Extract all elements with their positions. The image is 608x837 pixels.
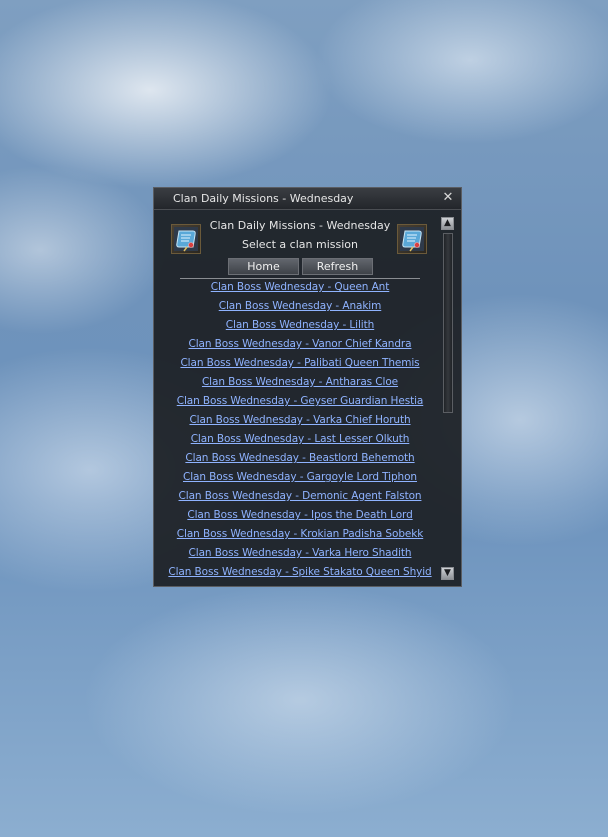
- mission-link-vanor-chief-kandra[interactable]: Clan Boss Wednesday - Vanor Chief Kandra: [154, 338, 446, 350]
- arrow-up-icon[interactable]: ▲: [441, 217, 454, 230]
- mission-link-anakim[interactable]: Clan Boss Wednesday - Anakim: [154, 300, 446, 312]
- mission-link-krokian-padisha-sobekk[interactable]: Clan Boss Wednesday - Krokian Padisha So…: [154, 528, 446, 540]
- mission-link-demonic-agent-falston[interactable]: Clan Boss Wednesday - Demonic Agent Fals…: [154, 490, 446, 502]
- arrow-down-icon[interactable]: ▼: [441, 567, 454, 580]
- refresh-button[interactable]: Refresh: [302, 258, 373, 275]
- close-icon[interactable]: ✕: [440, 190, 456, 206]
- mission-link-spike-stakato-queen-shyid[interactable]: Clan Boss Wednesday - Spike Stakato Quee…: [154, 566, 446, 578]
- quest-scroll-icon: [171, 224, 201, 254]
- mission-link-palibati-queen-themis[interactable]: Clan Boss Wednesday - Palibati Queen The…: [154, 357, 446, 369]
- mission-link-antharas-cloe[interactable]: Clan Boss Wednesday - Antharas Cloe: [154, 376, 446, 388]
- clan-missions-window: Clan Daily Missions - Wednesday ✕ Clan D…: [153, 187, 462, 587]
- mission-link-varka-hero-shadith[interactable]: Clan Boss Wednesday - Varka Hero Shadith: [154, 547, 446, 559]
- quest-scroll-icon: [397, 224, 427, 254]
- mission-link-queen-ant[interactable]: Clan Boss Wednesday - Queen Ant: [154, 281, 446, 293]
- window-title: Clan Daily Missions - Wednesday: [173, 192, 354, 205]
- dialog-subheading: Select a clan mission: [242, 238, 358, 251]
- scrollbar-thumb[interactable]: [443, 233, 453, 413]
- vertical-scrollbar[interactable]: ▲ ▼: [441, 217, 455, 582]
- mission-link-last-lesser-olkuth[interactable]: Clan Boss Wednesday - Last Lesser Olkuth: [154, 433, 446, 445]
- mission-link-varka-chief-horuth[interactable]: Clan Boss Wednesday - Varka Chief Horuth: [154, 414, 446, 426]
- dialog-heading: Clan Daily Missions - Wednesday: [209, 219, 391, 232]
- mission-link-geyser-guardian-hestia[interactable]: Clan Boss Wednesday - Geyser Guardian He…: [154, 395, 446, 407]
- mission-link-ipos-the-death-lord[interactable]: Clan Boss Wednesday - Ipos the Death Lor…: [154, 509, 446, 521]
- mission-link-gargoyle-lord-tiphon[interactable]: Clan Boss Wednesday - Gargoyle Lord Tiph…: [154, 471, 446, 483]
- home-button[interactable]: Home: [228, 258, 299, 275]
- mission-link-lilith[interactable]: Clan Boss Wednesday - Lilith: [154, 319, 446, 331]
- divider: [180, 278, 420, 279]
- window-titlebar[interactable]: Clan Daily Missions - Wednesday ✕: [154, 188, 461, 210]
- mission-link-beastlord-behemoth[interactable]: Clan Boss Wednesday - Beastlord Behemoth: [154, 452, 446, 464]
